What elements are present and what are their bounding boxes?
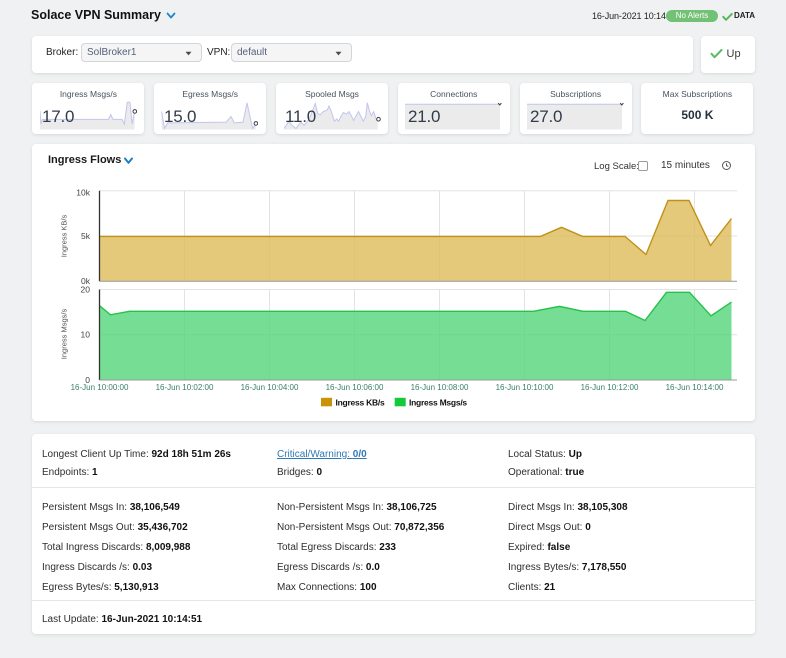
svg-text:16-Jun 10:06:00: 16-Jun 10:06:00 [325, 383, 383, 392]
svg-text:16-Jun 10:04:00: 16-Jun 10:04:00 [240, 383, 298, 392]
svg-text:Ingress KB/s: Ingress KB/s [59, 214, 68, 257]
svg-text:16-Jun 10:00:00: 16-Jun 10:00:00 [70, 383, 128, 392]
svg-text:Ingress Msgs/s: Ingress Msgs/s [59, 309, 68, 360]
svg-text:20: 20 [80, 285, 90, 295]
svg-text:10k: 10k [76, 188, 90, 198]
svg-text:16-Jun 10:12:00: 16-Jun 10:12:00 [580, 383, 638, 392]
svg-text:Ingress KB/s: Ingress KB/s [335, 398, 384, 408]
svg-text:16-Jun 10:08:00: 16-Jun 10:08:00 [410, 383, 468, 392]
svg-text:10: 10 [80, 330, 90, 340]
svg-text:16-Jun 10:02:00: 16-Jun 10:02:00 [155, 383, 213, 392]
svg-text:Ingress Msgs/s: Ingress Msgs/s [409, 398, 467, 408]
svg-text:16-Jun 10:10:00: 16-Jun 10:10:00 [495, 383, 553, 392]
svg-text:5k: 5k [81, 231, 91, 241]
svg-text:16-Jun 10:14:00: 16-Jun 10:14:00 [665, 383, 723, 392]
